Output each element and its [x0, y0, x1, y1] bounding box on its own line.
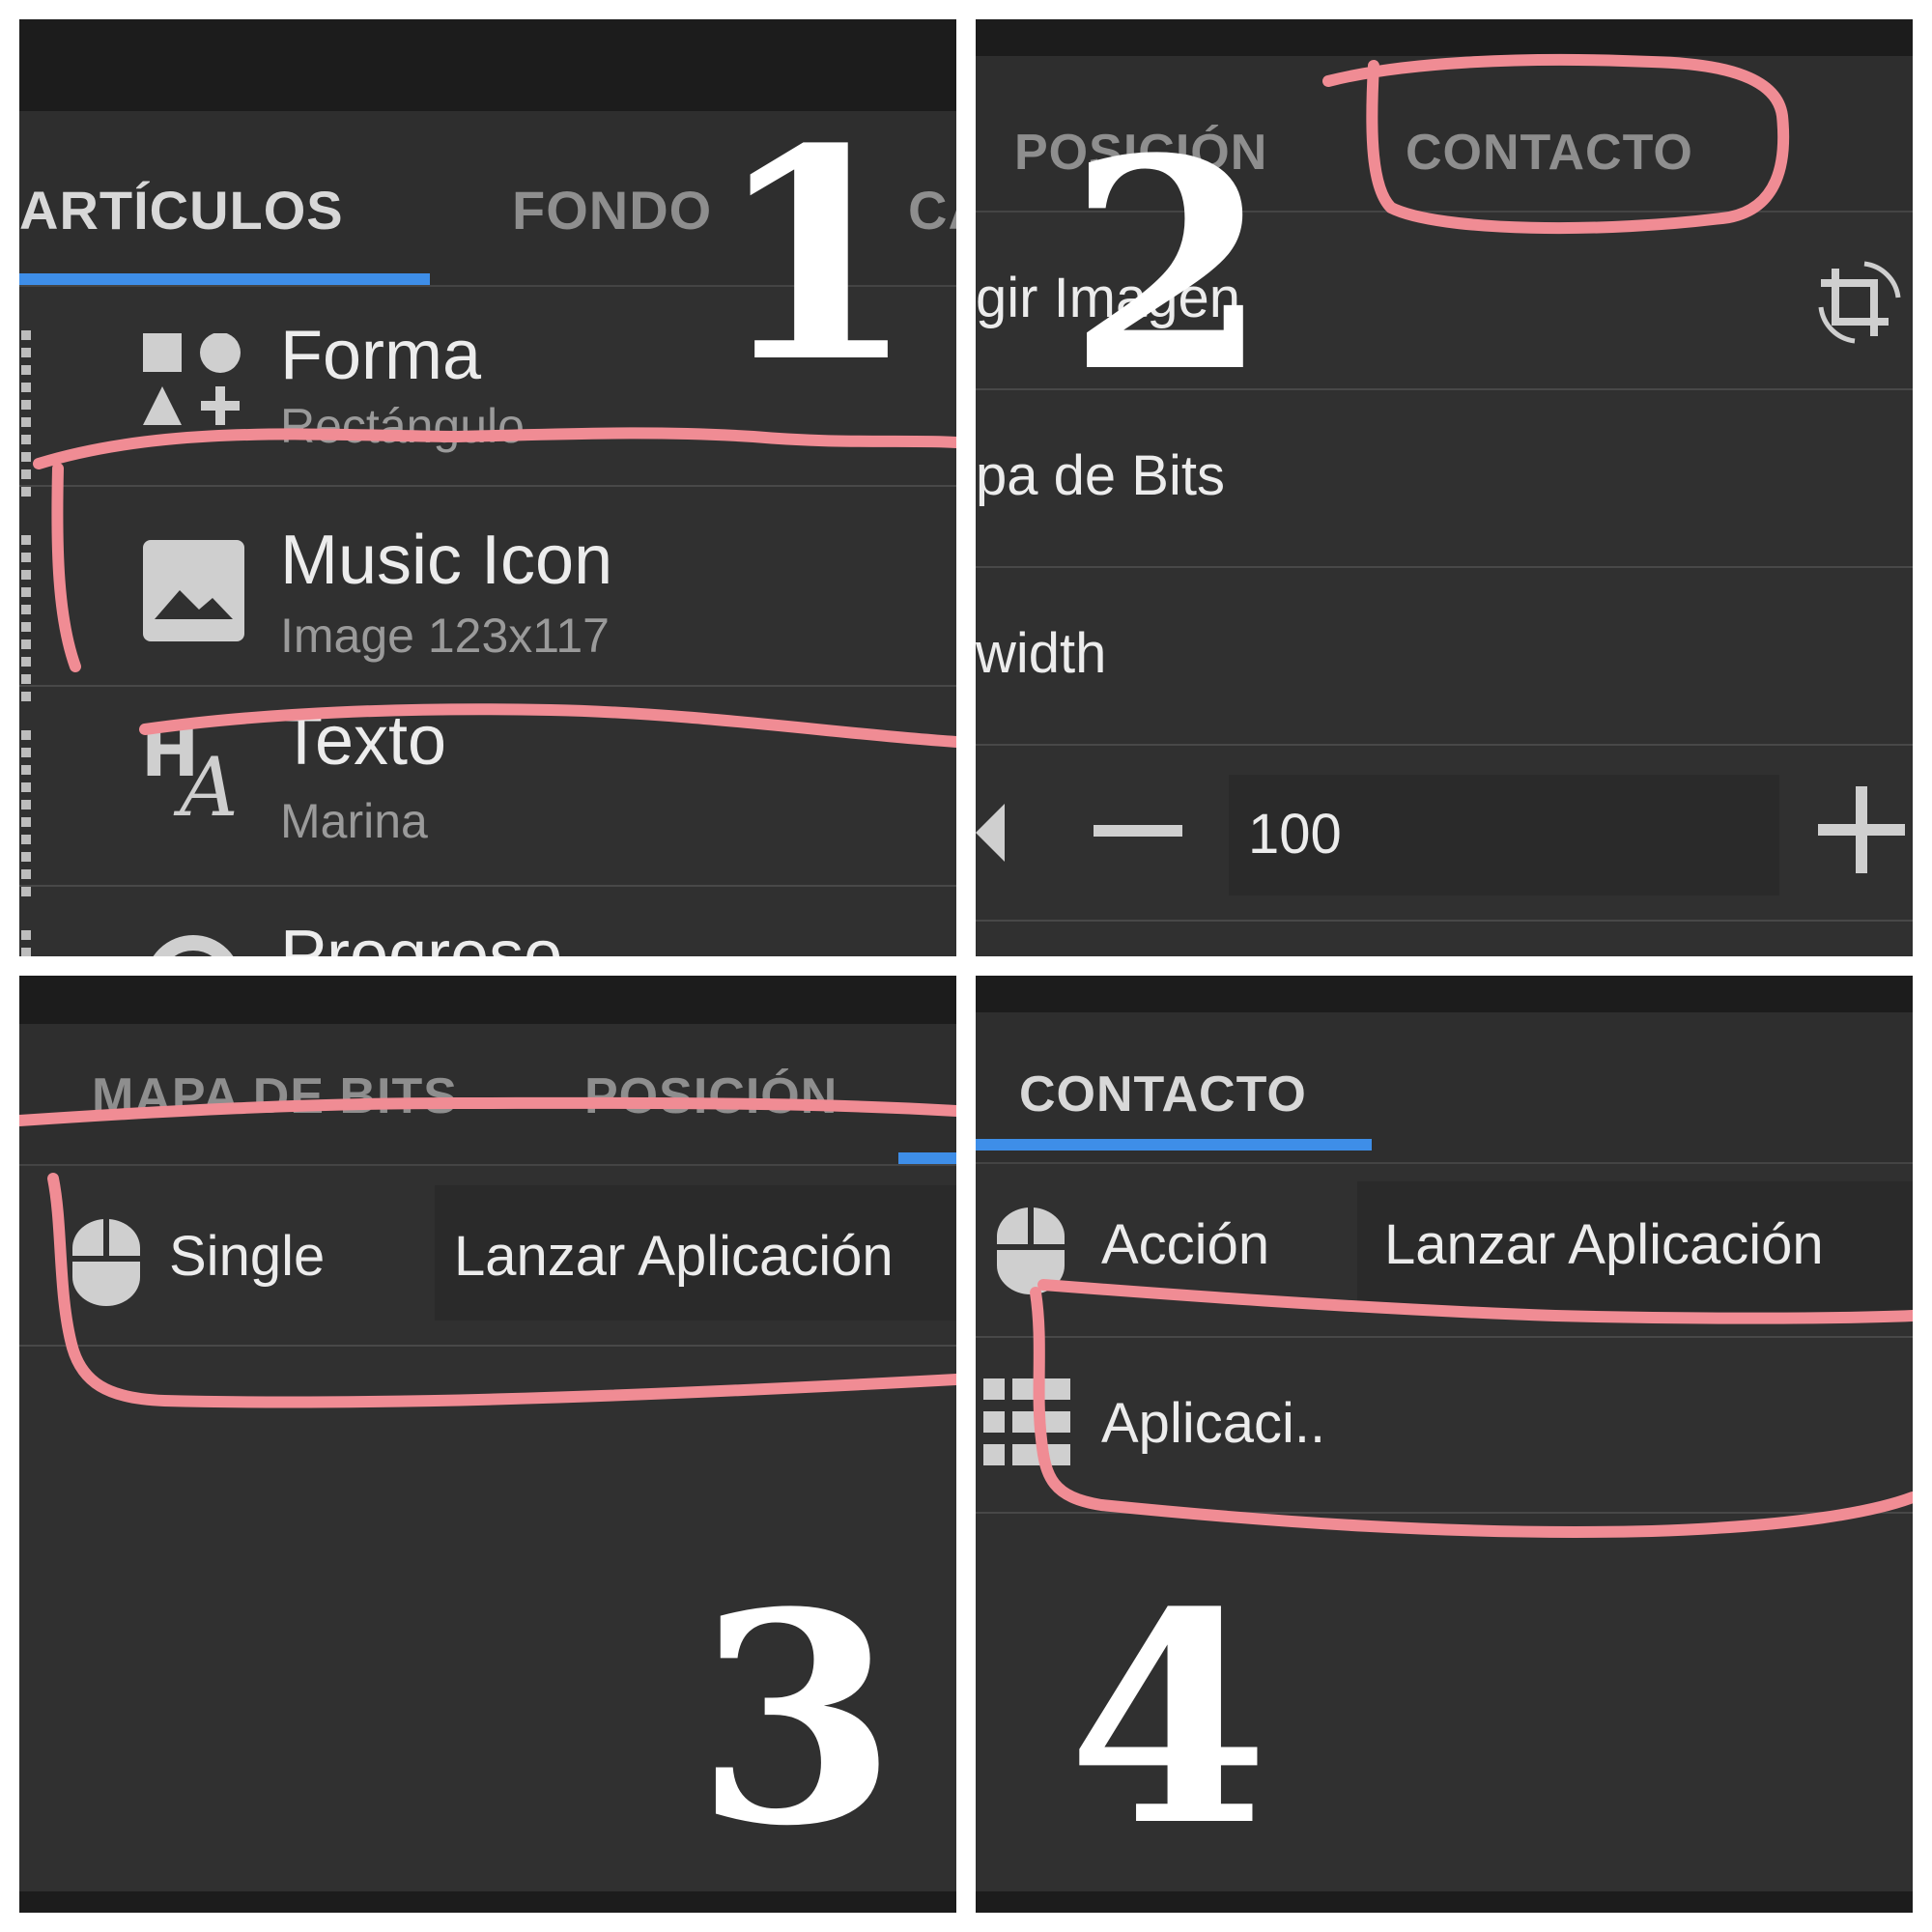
active-tab-indicator: [976, 1139, 1372, 1151]
chevron-left-icon[interactable]: [976, 799, 1014, 867]
list-item[interactable]: H A Texto Marina: [19, 687, 956, 896]
item-title: Texto: [280, 702, 447, 780]
action-value: Lanzar Aplicación: [454, 1225, 894, 1288]
plus-icon[interactable]: [1818, 786, 1905, 873]
text-style-icon: H A: [141, 711, 239, 835]
bottom-bar: [976, 1891, 1913, 1913]
progress-icon: [153, 935, 234, 956]
drag-handle-icon[interactable]: [21, 535, 46, 709]
item-subtitle: Marina: [280, 794, 428, 848]
action-row[interactable]: Acción Lanzar Aplicación: [976, 1164, 1913, 1338]
bottom-bar: [19, 1891, 956, 1913]
quantity-stepper: 100: [976, 746, 1913, 922]
panel-3: MAPA DE BITS POSICIÓN Single Lanzar Apli…: [19, 976, 956, 1913]
tab-posicion[interactable]: POSICIÓN: [584, 1067, 838, 1125]
mouse-icon: [72, 1219, 140, 1306]
tab-contacto[interactable]: CONTACTO: [1019, 1065, 1307, 1123]
status-bar: [976, 976, 1913, 1012]
panel-number: 2: [1067, 95, 1269, 436]
tab-bar: CONTACTO: [976, 1012, 1913, 1164]
panel-1: ARTÍCULOS FONDO CA Forma Rectángulo Musi…: [19, 19, 956, 956]
shapes-icon: [143, 333, 241, 425]
status-bar: [976, 19, 1913, 56]
stepper-value: 100: [1248, 803, 1342, 866]
panel-number: 4: [1067, 1548, 1269, 1889]
row-label: Single: [169, 1225, 326, 1288]
tab-contacto[interactable]: CONTACTO: [1406, 124, 1693, 182]
drag-handle-icon[interactable]: [21, 730, 46, 904]
app-list-icon: [983, 1378, 1070, 1465]
action-value: Lanzar Aplicación: [1384, 1213, 1824, 1276]
item-title: Music Icon: [280, 522, 613, 599]
panel-4: CONTACTO Acción Lanzar Aplicación Aplica…: [976, 976, 1913, 1913]
action-row[interactable]: Single Lanzar Aplicación: [19, 1166, 956, 1347]
item-subtitle: Rectángulo: [280, 399, 525, 453]
minus-icon[interactable]: [1094, 825, 1182, 837]
mouse-icon: [997, 1208, 1065, 1294]
list-item[interactable]: Progreso: [19, 887, 956, 956]
drag-handle-icon[interactable]: [21, 330, 46, 504]
panel-number: 3: [696, 1548, 897, 1889]
row-label: width: [976, 622, 1107, 685]
stepper-value-field[interactable]: 100: [1229, 775, 1779, 895]
row-label: pa de Bits: [976, 444, 1225, 507]
tab-mapa-de-bits[interactable]: MAPA DE BITS: [92, 1067, 458, 1125]
action-select[interactable]: Lanzar Aplicación: [435, 1185, 956, 1321]
panel-2: POSICIÓN CONTACTO gir Imagen pa de Bits …: [976, 19, 1913, 956]
item-subtitle: Image 123x117: [280, 609, 610, 663]
status-bar: [19, 976, 956, 1024]
property-row[interactable]: width: [976, 568, 1913, 746]
item-title: Forma: [280, 317, 482, 394]
action-select[interactable]: Lanzar Aplicación: [1357, 1181, 1913, 1312]
list-item[interactable]: Music Icon Image 123x117: [19, 487, 956, 701]
drag-handle-icon[interactable]: [21, 930, 46, 956]
row-label: Acción: [1101, 1213, 1270, 1276]
active-tab-indicator: [19, 273, 430, 285]
crop-rotate-icon[interactable]: [1816, 259, 1903, 346]
active-tab-indicator: [898, 1152, 956, 1164]
tab-bar: MAPA DE BITS POSICIÓN: [19, 1024, 956, 1166]
tab-articulos[interactable]: ARTÍCULOS: [19, 179, 344, 242]
item-title: Progreso: [280, 917, 563, 956]
panel-number: 1: [715, 85, 917, 426]
tab-fondo[interactable]: FONDO: [512, 179, 712, 242]
property-row[interactable]: Aplicaci..: [976, 1338, 1913, 1514]
row-label: Aplicaci..: [1101, 1392, 1326, 1455]
image-icon: [143, 540, 244, 641]
